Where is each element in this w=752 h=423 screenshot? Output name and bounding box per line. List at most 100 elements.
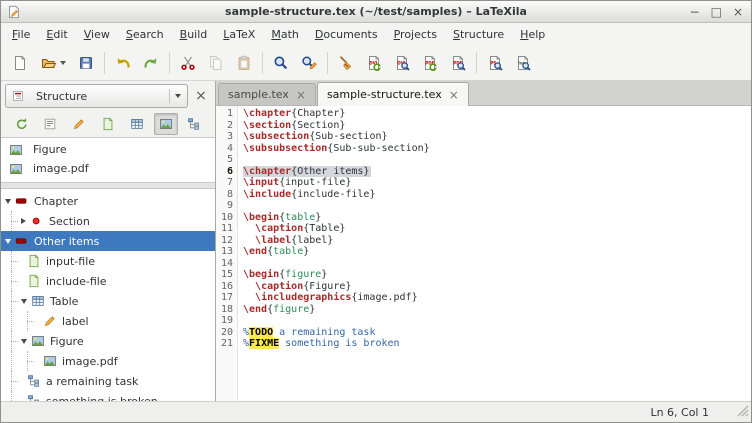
- undo-button[interactable]: [109, 49, 137, 77]
- convert-to-ps-button[interactable]: PS: [481, 49, 509, 77]
- code-line[interactable]: \chapter{Chapter}: [243, 108, 751, 120]
- toolbar-separator: [104, 52, 105, 74]
- search-button[interactable]: [267, 49, 295, 77]
- filter-sections-button[interactable]: [38, 113, 62, 135]
- line-number: 17: [216, 292, 233, 304]
- code-line[interactable]: %FIXME something is broken: [243, 338, 751, 350]
- code-line[interactable]: \label{label}: [243, 235, 751, 247]
- tree-item-label: Figure: [50, 335, 84, 348]
- tab-sample-tex[interactable]: sample.tex×: [218, 83, 316, 105]
- structure-item-other-items[interactable]: Other items: [1, 231, 215, 251]
- structure-item-chapter[interactable]: Chapter: [1, 191, 215, 211]
- code-line[interactable]: \include{include-file}: [243, 189, 751, 201]
- menu-edit[interactable]: Edit: [38, 25, 75, 44]
- filter-tables-button[interactable]: [125, 113, 149, 135]
- structure-item-a-remaining-task[interactable]: a remaining task: [1, 371, 215, 391]
- expander-icon[interactable]: [21, 299, 27, 304]
- line-number: 10: [216, 212, 233, 224]
- code-line[interactable]: \subsubsection{Sub-sub-section}: [243, 143, 751, 155]
- line-number: 18: [216, 304, 233, 316]
- figures-list-item-image-pdf[interactable]: image.pdf: [1, 159, 215, 178]
- code-line[interactable]: [243, 315, 751, 327]
- code-line[interactable]: \subsection{Sub-section}: [243, 131, 751, 143]
- menu-documents[interactable]: Documents: [307, 25, 386, 44]
- line-number-gutter: 123456789101112131415161718192021: [216, 106, 238, 401]
- menu-latex[interactable]: LaTeX: [215, 25, 263, 44]
- structure-item-section[interactable]: Section: [1, 211, 215, 231]
- code-line[interactable]: \end{figure}: [243, 304, 751, 316]
- titlebar[interactable]: sample-structure.tex (~/test/samples) – …: [1, 1, 751, 23]
- compile-pdflatex-button[interactable]: PDF: [416, 49, 444, 77]
- code-line[interactable]: [243, 200, 751, 212]
- menu-help[interactable]: Help: [512, 25, 553, 44]
- code-line[interactable]: [243, 258, 751, 270]
- menu-projects[interactable]: Projects: [386, 25, 445, 44]
- code-line[interactable]: \includegraphics{image.pdf}: [243, 292, 751, 304]
- code-line[interactable]: \begin{table}: [243, 212, 751, 224]
- menu-file[interactable]: File: [4, 25, 38, 44]
- clean-build-files-button[interactable]: [332, 49, 360, 77]
- menu-search[interactable]: Search: [118, 25, 172, 44]
- chapter-icon: [15, 234, 29, 248]
- menu-view[interactable]: View: [76, 25, 118, 44]
- view-log-button[interactable]: log: [509, 49, 537, 77]
- menu-build[interactable]: Build: [172, 25, 216, 44]
- view-pdf-button[interactable]: PDF: [444, 49, 472, 77]
- code-line[interactable]: \section{Section}: [243, 120, 751, 132]
- tab-sample-structure-tex[interactable]: sample-structure.tex×: [317, 82, 469, 106]
- filter-figures-button[interactable]: [154, 113, 178, 135]
- filter-labels-button[interactable]: [67, 113, 91, 135]
- open-document-button[interactable]: [34, 49, 72, 77]
- line-number: 6: [216, 166, 233, 178]
- code-line[interactable]: \chapter{Other items}: [243, 166, 751, 178]
- tree-item-label: Other items: [34, 235, 99, 248]
- maximize-button[interactable]: □: [711, 6, 722, 18]
- tab-close-icon[interactable]: ×: [449, 88, 459, 102]
- structure-item-something-is-broken[interactable]: something is broken: [1, 391, 215, 401]
- structure-item-image-pdf[interactable]: image.pdf: [1, 351, 215, 371]
- tab-close-icon[interactable]: ×: [296, 88, 306, 102]
- redo-button[interactable]: [137, 49, 165, 77]
- menu-structure[interactable]: Structure: [445, 25, 512, 44]
- panel-close-icon[interactable]: ×: [191, 86, 211, 106]
- code-line[interactable]: %TODO a remaining task: [243, 327, 751, 339]
- expander-icon[interactable]: [21, 339, 27, 344]
- line-number: 20: [216, 327, 233, 339]
- line-number: 14: [216, 258, 233, 270]
- panel-selector[interactable]: Structure: [5, 84, 188, 108]
- filter-files-button[interactable]: [96, 113, 120, 135]
- structure-item-figure[interactable]: Figure: [1, 331, 215, 351]
- menu-math[interactable]: Math: [263, 25, 307, 44]
- new-document-button[interactable]: [6, 49, 34, 77]
- search-and-replace-button[interactable]: [295, 49, 323, 77]
- expander-icon[interactable]: [5, 239, 11, 244]
- tree-guide-line: [11, 221, 18, 222]
- figures-list-item-figure[interactable]: Figure: [1, 140, 215, 159]
- save-document-button[interactable]: [72, 49, 100, 77]
- code-line[interactable]: \caption{Table}: [243, 223, 751, 235]
- expander-icon[interactable]: [5, 199, 11, 204]
- code-line[interactable]: \caption{Figure}: [243, 281, 751, 293]
- compile-latex-button[interactable]: DVI: [360, 49, 388, 77]
- expander-icon[interactable]: [21, 218, 26, 224]
- code-line[interactable]: \begin{figure}: [243, 269, 751, 281]
- cut-button[interactable]: [174, 49, 202, 77]
- filter-todos-button[interactable]: [182, 113, 206, 135]
- tree-guide-line: [11, 311, 12, 331]
- code-line[interactable]: \input{input-file}: [243, 177, 751, 189]
- view-dvi-button[interactable]: DVI: [388, 49, 416, 77]
- structure-item-include-file[interactable]: include-file: [1, 271, 215, 291]
- structure-item-label[interactable]: label: [1, 311, 215, 331]
- code-line[interactable]: [243, 154, 751, 166]
- close-button[interactable]: ×: [733, 6, 743, 18]
- resize-grip[interactable]: [736, 404, 749, 420]
- code-line[interactable]: \end{table}: [243, 246, 751, 258]
- structure-item-input-file[interactable]: input-file: [1, 251, 215, 271]
- figures-list: Figureimage.pdf: [1, 137, 215, 183]
- minimize-button[interactable]: −: [690, 6, 700, 18]
- editor-area: sample.tex×sample-structure.tex× 1234567…: [216, 81, 751, 401]
- structure-item-table[interactable]: Table: [1, 291, 215, 311]
- code-view[interactable]: \chapter{Chapter}\section{Section}\subse…: [238, 106, 751, 401]
- text-editor[interactable]: 123456789101112131415161718192021 \chapt…: [216, 106, 751, 401]
- refresh-button[interactable]: [9, 113, 33, 135]
